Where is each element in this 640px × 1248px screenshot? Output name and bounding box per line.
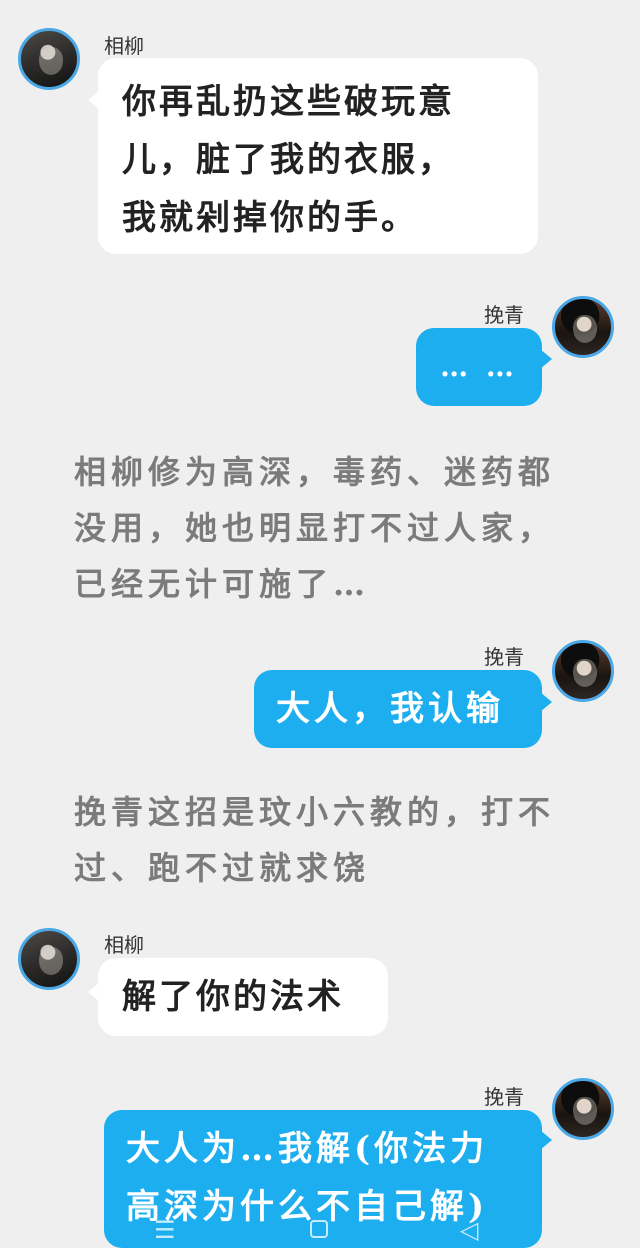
- message-text: 大人，我认输: [276, 689, 504, 729]
- avatar-wanqing[interactable]: [552, 296, 614, 358]
- sender-name: 挽青: [484, 303, 524, 327]
- message-line: 你再乱扔这些破玩意: [122, 82, 455, 122]
- avatar-wanqing[interactable]: [552, 640, 614, 702]
- system-navigation-bar: ☰ ◁: [0, 1216, 640, 1248]
- avatar-face: [39, 47, 63, 75]
- sender-name: 相柳: [104, 933, 144, 957]
- narration-text: 挽青这招是玟小六教的，打不 过、跑不过就求饶: [74, 784, 574, 896]
- home-icon[interactable]: [310, 1220, 328, 1238]
- message-line: 大人为…我解(你法力: [126, 1129, 489, 1169]
- narration-line: 相柳修为高深，毒药、迷药都: [74, 453, 556, 491]
- message-text: … …: [440, 350, 518, 383]
- sender-name: 相柳: [104, 34, 144, 58]
- message-bubble[interactable]: 你再乱扔这些破玩意 儿，脏了我的衣服， 我就剁掉你的手。: [98, 58, 538, 254]
- avatar-xiangliu[interactable]: [18, 928, 80, 990]
- narration-line: 没用，她也明显打不过人家，: [74, 509, 556, 547]
- sender-name: 挽青: [484, 1085, 524, 1109]
- avatar-face: [573, 1097, 597, 1125]
- menu-icon[interactable]: ☰: [154, 1218, 176, 1242]
- avatar-xiangliu[interactable]: [18, 28, 80, 90]
- sender-name: 挽青: [484, 645, 524, 669]
- message-bubble[interactable]: 解了你的法术: [98, 958, 388, 1036]
- back-icon[interactable]: ◁: [460, 1218, 478, 1242]
- narration-line: 过、跑不过就求饶: [74, 849, 371, 887]
- message-line: 儿，脏了我的衣服，: [122, 140, 455, 180]
- avatar-face: [573, 315, 597, 343]
- avatar-face: [39, 947, 63, 975]
- avatar-wanqing[interactable]: [552, 1078, 614, 1140]
- message-bubble[interactable]: 大人，我认输: [254, 670, 542, 748]
- message-bubble[interactable]: … …: [416, 328, 542, 406]
- narration-line: 挽青这招是玟小六教的，打不: [74, 793, 556, 831]
- message-line: 我就剁掉你的手。: [122, 198, 418, 238]
- message-text: 解了你的法术: [122, 977, 344, 1017]
- avatar-face: [573, 659, 597, 687]
- narration-text: 相柳修为高深，毒药、迷药都 没用，她也明显打不过人家， 已经无计可施了…: [74, 444, 574, 612]
- narration-line: 已经无计可施了…: [74, 565, 371, 603]
